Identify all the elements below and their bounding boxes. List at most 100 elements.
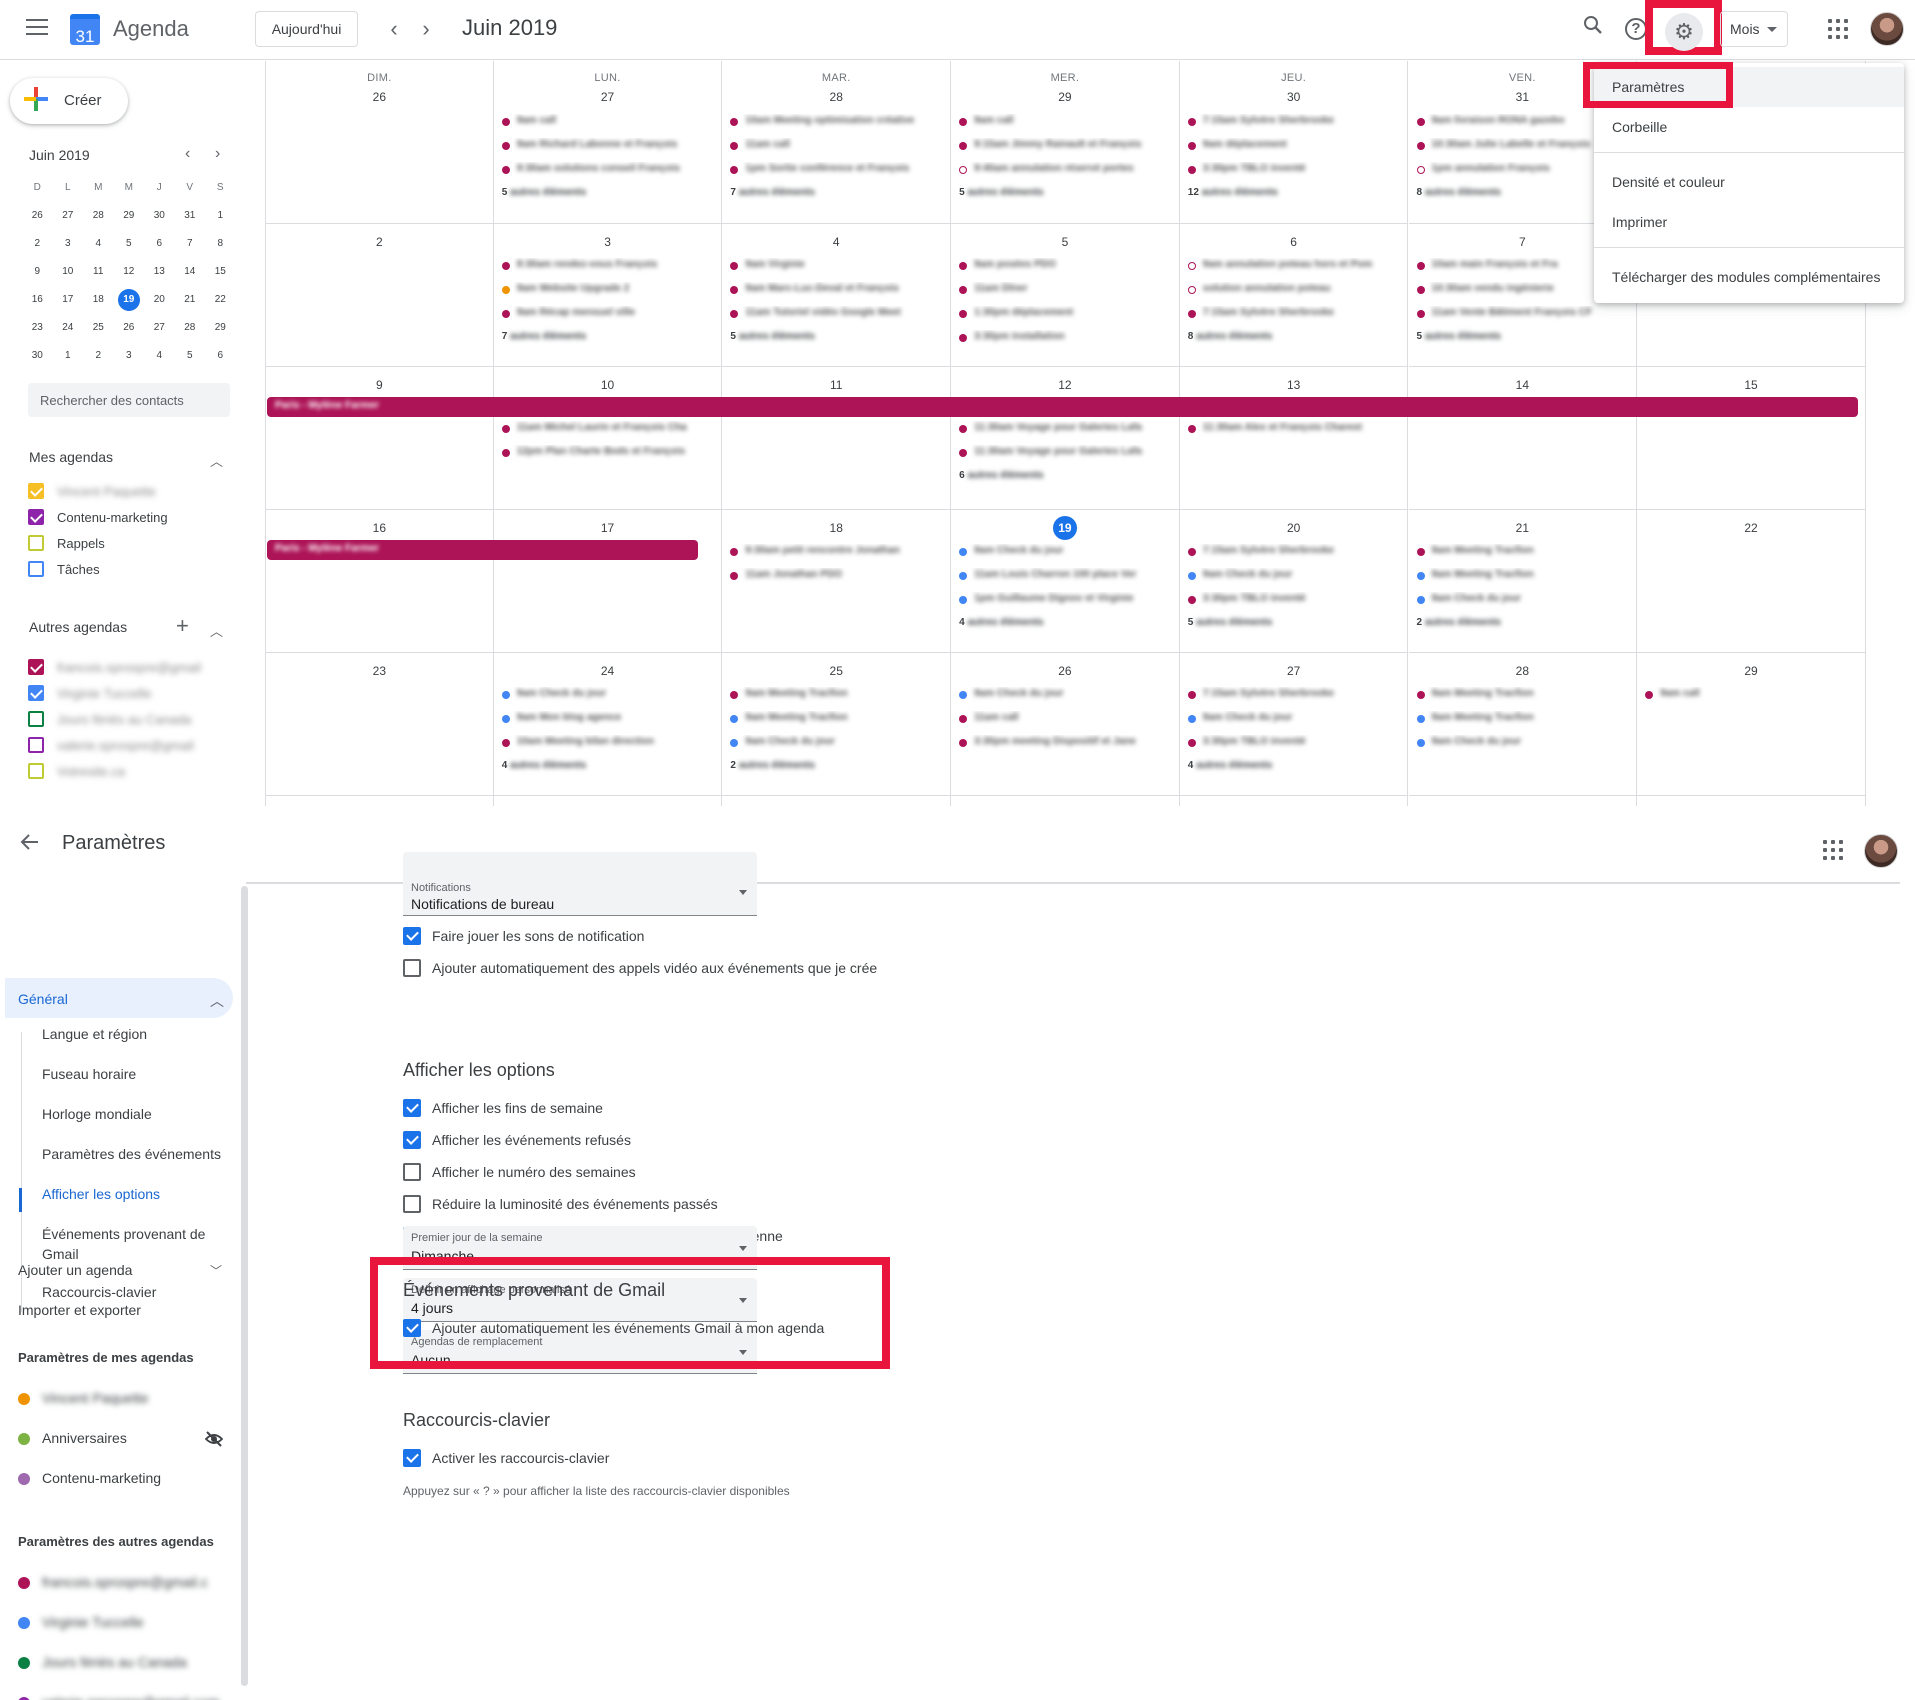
mini-day[interactable]: 28 bbox=[175, 314, 206, 342]
calendar-event[interactable]: 9am Virginie bbox=[730, 258, 946, 274]
day-number[interactable]: 17 bbox=[494, 521, 722, 535]
nav-import-export[interactable]: Importer et exporter bbox=[18, 1302, 141, 1318]
calendar-event[interactable]: 12pm Plan Charte Bods et François bbox=[501, 445, 718, 461]
calendar-event[interactable]: 9am Check du jour bbox=[1187, 711, 1404, 727]
day-cell[interactable]: MER. 29 9am call 9:15am Jimmy Rainault et F… bbox=[951, 61, 1180, 224]
calendar-event[interactable]: 1pm Guillaume Dignov et Virginie bbox=[959, 592, 1175, 608]
mini-day[interactable]: 4 bbox=[144, 342, 175, 370]
calendar-checkbox[interactable] bbox=[28, 659, 44, 675]
menu-item-print[interactable]: Imprimer bbox=[1594, 202, 1904, 242]
day-cell[interactable]: 4 bbox=[1180, 796, 1409, 806]
mini-day[interactable]: 3 bbox=[114, 342, 145, 370]
calendar-settings-link[interactable]: francois.sprospre@gmail.c bbox=[42, 1574, 208, 1590]
calendar-event[interactable]: 1pm Sortie conférence et François bbox=[730, 162, 946, 178]
more-events-link[interactable]: 8 autres éléments bbox=[1417, 187, 1502, 198]
more-events-link[interactable]: 5 autres éléments bbox=[1188, 617, 1273, 628]
mini-day[interactable]: 1 bbox=[205, 202, 236, 230]
calendar-checkbox[interactable] bbox=[28, 737, 44, 753]
mini-day[interactable]: 26 bbox=[114, 314, 145, 342]
mini-prev-chevron-icon[interactable]: ‹ bbox=[185, 145, 190, 163]
calendar-event[interactable]: 11am Louis Charron 100 place Ver bbox=[959, 568, 1175, 584]
day-number[interactable]: 15 bbox=[1637, 378, 1865, 392]
calendar-checkbox[interactable] bbox=[28, 535, 44, 551]
day-number[interactable]: 13 bbox=[1180, 378, 1408, 392]
day-number[interactable]: 9 bbox=[266, 378, 493, 392]
nav-chevron-down-icon[interactable]: ﹀ bbox=[210, 1262, 222, 1279]
day-cell[interactable]: 17 bbox=[493, 510, 723, 653]
more-events-link[interactable]: 4 autres éléments bbox=[502, 760, 587, 771]
multiday-event-bar[interactable]: Paris - Mylène Farmer bbox=[267, 397, 1858, 417]
mini-day[interactable]: 10 bbox=[53, 258, 84, 286]
day-number[interactable]: 11 bbox=[722, 378, 950, 392]
calendar-event[interactable]: 9am Check du jour bbox=[1416, 592, 1633, 608]
day-number[interactable]: 23 bbox=[266, 664, 493, 678]
nav-sub-item[interactable]: Paramètres des événements bbox=[42, 1146, 221, 1162]
calendar-event[interactable]: 9am Meeting Tracfion bbox=[1416, 544, 1633, 560]
day-cell[interactable]: 21 9am Meeting Tracfion 9am Meeting Tracfi… bbox=[1408, 510, 1638, 653]
mini-day[interactable]: 3 bbox=[53, 230, 84, 258]
mini-day[interactable]: 6 bbox=[144, 230, 175, 258]
previous-month-chevron-icon[interactable]: ‹ bbox=[382, 16, 406, 42]
user-avatar[interactable] bbox=[1870, 12, 1904, 46]
day-number[interactable]: 5 bbox=[951, 235, 1179, 249]
calendar-event[interactable]: 9am Check du jour bbox=[501, 687, 718, 703]
collapse-chevron-up-icon[interactable]: ︿ bbox=[210, 451, 223, 470]
day-number[interactable]: 20 bbox=[1180, 521, 1408, 535]
day-number[interactable]: 12 bbox=[951, 378, 1179, 392]
day-cell[interactable]: 29 9am call bbox=[1637, 653, 1866, 796]
calendar-event[interactable]: 7:15am Sylvère Sherbrooke bbox=[1187, 306, 1404, 322]
calendar-event[interactable]: 11am Tutoriel vidéo Google Meet bbox=[730, 306, 946, 322]
calendar-checkbox[interactable] bbox=[28, 711, 44, 727]
day-cell[interactable]: 5 bbox=[1409, 796, 1638, 806]
menu-item-trash[interactable]: Corbeille bbox=[1594, 107, 1904, 147]
calendar-event[interactable]: 11:30am Alex et François Charest bbox=[1187, 421, 1404, 437]
day-number[interactable]: 21 bbox=[1409, 521, 1637, 535]
settings-checkbox[interactable] bbox=[403, 1131, 421, 1149]
calendar-event[interactable]: 11am Dîner bbox=[959, 282, 1175, 298]
menu-item-get-addons[interactable]: Télécharger des modules complémentaires bbox=[1594, 257, 1904, 297]
day-cell[interactable]: 13 11:30am Alex et François Charest bbox=[1179, 367, 1409, 510]
day-cell[interactable]: 2 bbox=[722, 796, 952, 806]
gmail-auto-add-checkbox[interactable] bbox=[403, 1319, 421, 1337]
day-cell[interactable]: 6 bbox=[1637, 796, 1866, 806]
nav-general[interactable]: Général bbox=[18, 991, 68, 1007]
visibility-off-icon[interactable] bbox=[204, 1430, 224, 1453]
day-number[interactable]: 26 bbox=[266, 90, 493, 104]
calendar-event[interactable]: 11am call bbox=[959, 711, 1175, 727]
calendar-event[interactable]: 9am Récap mensuel ville bbox=[501, 306, 718, 322]
settings-checkbox[interactable] bbox=[403, 1099, 421, 1117]
calendar-event[interactable]: 3:30pm installation bbox=[959, 330, 1175, 346]
mini-day[interactable]: 4 bbox=[83, 230, 114, 258]
search-contacts-input[interactable] bbox=[28, 383, 230, 417]
mini-day[interactable]: 30 bbox=[144, 202, 175, 230]
calendar-settings-link[interactable]: valerie.sprospre@gmail.com bbox=[42, 1694, 220, 1700]
mini-day[interactable]: 12 bbox=[114, 258, 145, 286]
day-cell[interactable]: 30 bbox=[265, 796, 494, 806]
day-number[interactable]: 29 bbox=[1637, 664, 1865, 678]
mini-day[interactable]: 29 bbox=[205, 314, 236, 342]
more-events-link[interactable]: 2 autres éléments bbox=[1417, 617, 1502, 628]
mini-day[interactable]: 8 bbox=[205, 230, 236, 258]
day-number[interactable]: 4 bbox=[722, 235, 950, 249]
mini-day[interactable]: 28 bbox=[83, 202, 114, 230]
day-cell[interactable]: 12 11:30am Voyage pour Galeries Lafa 11:30… bbox=[951, 367, 1180, 510]
mini-day[interactable]: 2 bbox=[83, 342, 114, 370]
calendar-event[interactable]: 9am Meeting Tracfion bbox=[730, 687, 946, 703]
day-cell[interactable]: 19 9am Check du jour 11am Louis Charron 10… bbox=[951, 510, 1180, 653]
calendar-checkbox[interactable] bbox=[28, 685, 44, 701]
calendar-event[interactable]: 9am call bbox=[1645, 687, 1861, 703]
calendar-event[interactable]: 9am call bbox=[501, 114, 718, 130]
more-events-link[interactable]: 7 autres éléments bbox=[502, 331, 587, 342]
mini-day[interactable]: 23 bbox=[22, 314, 53, 342]
calendar-event[interactable]: 9:15am Jimmy Rainault et François bbox=[959, 138, 1175, 154]
help-icon[interactable]: ? bbox=[1625, 18, 1647, 40]
day-number[interactable]: 18 bbox=[722, 521, 950, 535]
calendar-event[interactable]: 7:15am Sylvère Sherbrooke bbox=[1187, 544, 1404, 560]
more-events-link[interactable]: 12 autres éléments bbox=[1188, 187, 1278, 198]
day-number[interactable]: 26 bbox=[951, 664, 1179, 678]
mini-day[interactable]: 14 bbox=[175, 258, 206, 286]
calendar-event[interactable]: 9am Richard Labonne et François bbox=[501, 138, 718, 154]
calendar-event[interactable]: 9am Check du jour bbox=[959, 687, 1175, 703]
back-arrow-icon[interactable] bbox=[20, 832, 40, 858]
calendar-event[interactable]: 3:30pm TBLO inventé bbox=[1187, 735, 1404, 751]
